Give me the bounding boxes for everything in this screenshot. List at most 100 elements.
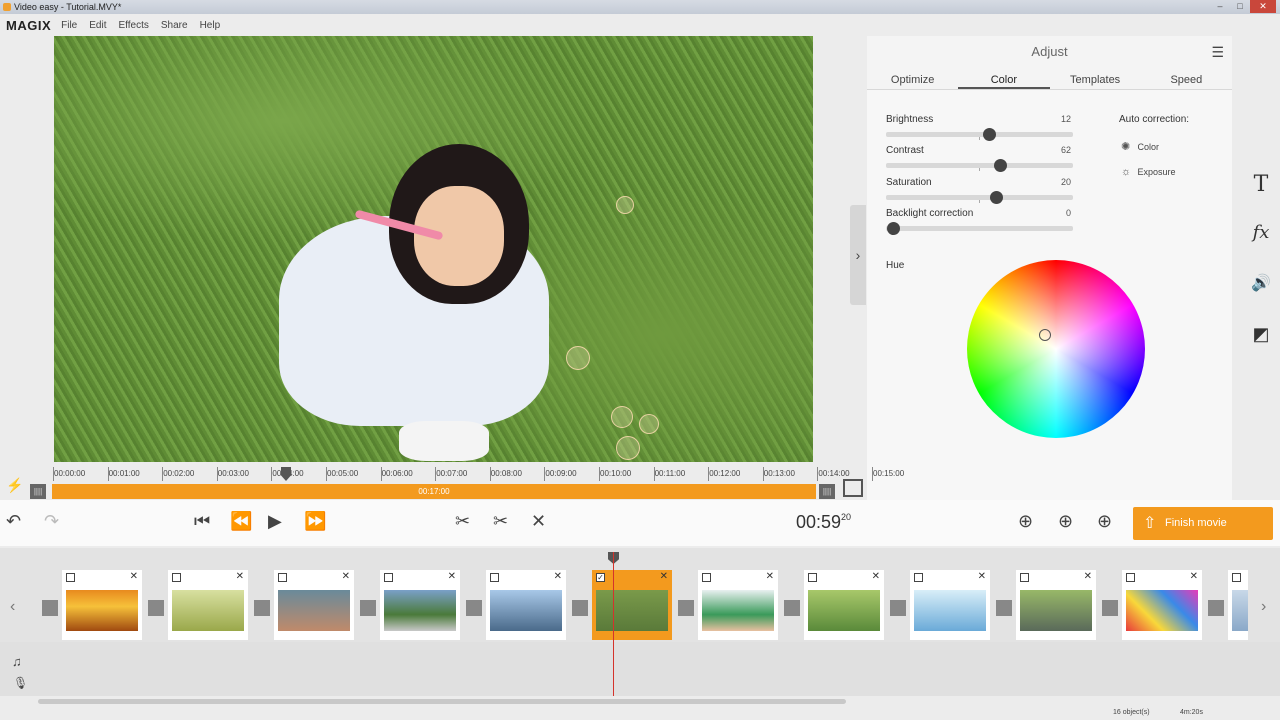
tab-templates[interactable]: Templates bbox=[1050, 70, 1141, 89]
remove-clip-icon[interactable]: ✕ bbox=[872, 571, 880, 582]
delete-icon[interactable]: ✕ bbox=[531, 511, 546, 532]
storyboard-clip[interactable]: ✕ bbox=[804, 570, 884, 640]
clip-checkbox[interactable]: ✓ bbox=[596, 573, 605, 582]
transition-marker[interactable] bbox=[360, 600, 376, 616]
tab-optimize[interactable]: Optimize bbox=[867, 70, 958, 89]
add-video-icon[interactable]: ⊕ bbox=[1018, 511, 1033, 532]
remove-clip-icon[interactable]: ✕ bbox=[766, 571, 774, 582]
menu-effects[interactable]: Effects bbox=[118, 20, 148, 31]
remove-clip-icon[interactable]: ✕ bbox=[130, 571, 138, 582]
storyboard-clip[interactable]: ✕ bbox=[168, 570, 248, 640]
storyboard-clip[interactable] bbox=[1228, 570, 1248, 640]
storyboard-clip[interactable]: ✕ bbox=[698, 570, 778, 640]
range-start-handle[interactable]: |||| bbox=[30, 484, 46, 499]
clip-checkbox[interactable] bbox=[1232, 573, 1241, 582]
text-tool-icon[interactable]: T bbox=[1246, 172, 1276, 197]
storyboard-clip[interactable]: ✓ ✕ bbox=[592, 570, 672, 640]
add-image-icon[interactable]: ⊕ bbox=[1058, 511, 1073, 532]
rewind-icon[interactable]: ⏪ bbox=[230, 511, 252, 532]
clip-checkbox[interactable] bbox=[1126, 573, 1135, 582]
remove-clip-icon[interactable]: ✕ bbox=[236, 571, 244, 582]
transition-marker[interactable] bbox=[1208, 600, 1224, 616]
clip-checkbox[interactable] bbox=[1020, 573, 1029, 582]
crop-tool-icon[interactable]: ◩ bbox=[1246, 324, 1276, 345]
fx-tool-icon[interactable]: fx bbox=[1246, 222, 1276, 243]
clip-checkbox[interactable] bbox=[808, 573, 817, 582]
saturation-slider[interactable]: Saturation 20 bbox=[886, 177, 1073, 204]
storyboard-clip[interactable]: ✕ bbox=[62, 570, 142, 640]
remove-clip-icon[interactable]: ✕ bbox=[660, 571, 668, 582]
clip-checkbox[interactable] bbox=[490, 573, 499, 582]
transition-marker[interactable] bbox=[466, 600, 482, 616]
transition-marker[interactable] bbox=[42, 600, 58, 616]
brightness-slider[interactable]: Brightness 12 bbox=[886, 114, 1073, 141]
cut-icon[interactable]: ✂ bbox=[455, 511, 470, 532]
tab-color[interactable]: Color bbox=[958, 70, 1050, 89]
redo-icon[interactable]: ↷ bbox=[44, 511, 59, 532]
collapse-panel-button[interactable]: › bbox=[850, 205, 866, 305]
transition-marker[interactable] bbox=[254, 600, 270, 616]
hue-picker-cursor[interactable] bbox=[1039, 329, 1051, 341]
play-icon[interactable]: ▶ bbox=[268, 511, 282, 532]
flash-icon[interactable]: ⚡ bbox=[6, 477, 23, 494]
minimize-button[interactable]: – bbox=[1210, 0, 1230, 13]
contrast-slider[interactable]: Contrast 62 bbox=[886, 145, 1073, 172]
clip-checkbox[interactable] bbox=[278, 573, 287, 582]
video-preview[interactable] bbox=[54, 36, 813, 462]
backlight-slider[interactable]: Backlight correction 0 bbox=[886, 208, 1073, 235]
scroll-right-icon[interactable]: › bbox=[1261, 598, 1266, 616]
menu-share[interactable]: Share bbox=[161, 20, 188, 31]
menu-help[interactable]: Help bbox=[200, 20, 221, 31]
menu-edit[interactable]: Edit bbox=[89, 20, 106, 31]
contrast-knob[interactable] bbox=[994, 159, 1008, 172]
fast-forward-icon[interactable]: ⏩ bbox=[304, 511, 326, 532]
audio-tool-icon[interactable]: 🔊 bbox=[1246, 273, 1276, 293]
backlight-knob[interactable] bbox=[887, 222, 901, 235]
close-window-button[interactable]: ✕ bbox=[1250, 0, 1276, 13]
clip-checkbox[interactable] bbox=[66, 573, 75, 582]
remove-clip-icon[interactable]: ✕ bbox=[1190, 571, 1198, 582]
storyboard-clip[interactable]: ✕ bbox=[380, 570, 460, 640]
clip-checkbox[interactable] bbox=[702, 573, 711, 582]
transition-marker[interactable] bbox=[148, 600, 164, 616]
microphone-icon[interactable]: 🎙 bbox=[13, 676, 28, 690]
maximize-button[interactable]: □ bbox=[1230, 0, 1250, 13]
auto-color-button[interactable]: ✺ Color bbox=[1121, 140, 1159, 153]
skip-to-start-icon[interactable]: ⏮ bbox=[194, 511, 210, 532]
preview-playhead[interactable] bbox=[281, 467, 291, 481]
storyboard-clip[interactable]: ✕ bbox=[486, 570, 566, 640]
add-music-icon[interactable]: ⊕ bbox=[1097, 511, 1112, 532]
range-bar[interactable]: 00:17:00 bbox=[52, 484, 816, 499]
tab-speed[interactable]: Speed bbox=[1141, 70, 1232, 89]
remove-clip-icon[interactable]: ✕ bbox=[1084, 571, 1092, 582]
split-icon[interactable]: ✂ bbox=[493, 511, 508, 532]
transition-marker[interactable] bbox=[784, 600, 800, 616]
transition-marker[interactable] bbox=[890, 600, 906, 616]
transition-marker[interactable] bbox=[678, 600, 694, 616]
finish-movie-button[interactable]: ⇧ Finish movie bbox=[1133, 507, 1273, 540]
menu-file[interactable]: File bbox=[61, 20, 77, 31]
hamburger-menu-icon[interactable]: ☰ bbox=[1211, 44, 1224, 61]
remove-clip-icon[interactable]: ✕ bbox=[978, 571, 986, 582]
fullscreen-button[interactable] bbox=[843, 479, 863, 497]
music-track-icon[interactable]: ♫ bbox=[12, 654, 22, 669]
remove-clip-icon[interactable]: ✕ bbox=[554, 571, 562, 582]
clip-checkbox[interactable] bbox=[384, 573, 393, 582]
scroll-left-icon[interactable]: ‹ bbox=[10, 598, 15, 616]
saturation-knob[interactable] bbox=[990, 191, 1004, 204]
clip-checkbox[interactable] bbox=[172, 573, 181, 582]
timeline-ruler[interactable]: ⚡ 00:00:0000:01:0000:02:0000:03:0000:04:… bbox=[0, 463, 904, 493]
auto-exposure-button[interactable]: ☼ Exposure bbox=[1121, 166, 1176, 178]
remove-clip-icon[interactable]: ✕ bbox=[448, 571, 456, 582]
storyboard-clip[interactable]: ✕ bbox=[910, 570, 990, 640]
storyboard-clip[interactable]: ✕ bbox=[274, 570, 354, 640]
transition-marker[interactable] bbox=[996, 600, 1012, 616]
timeline-scrollbar[interactable] bbox=[38, 699, 846, 704]
brightness-knob[interactable] bbox=[982, 128, 996, 141]
remove-clip-icon[interactable]: ✕ bbox=[342, 571, 350, 582]
transition-marker[interactable] bbox=[1102, 600, 1118, 616]
storyboard-clip[interactable]: ✕ bbox=[1122, 570, 1202, 640]
storyboard-clip[interactable]: ✕ bbox=[1016, 570, 1096, 640]
range-end-handle[interactable]: |||| bbox=[819, 484, 835, 499]
hue-color-wheel[interactable] bbox=[967, 260, 1145, 438]
